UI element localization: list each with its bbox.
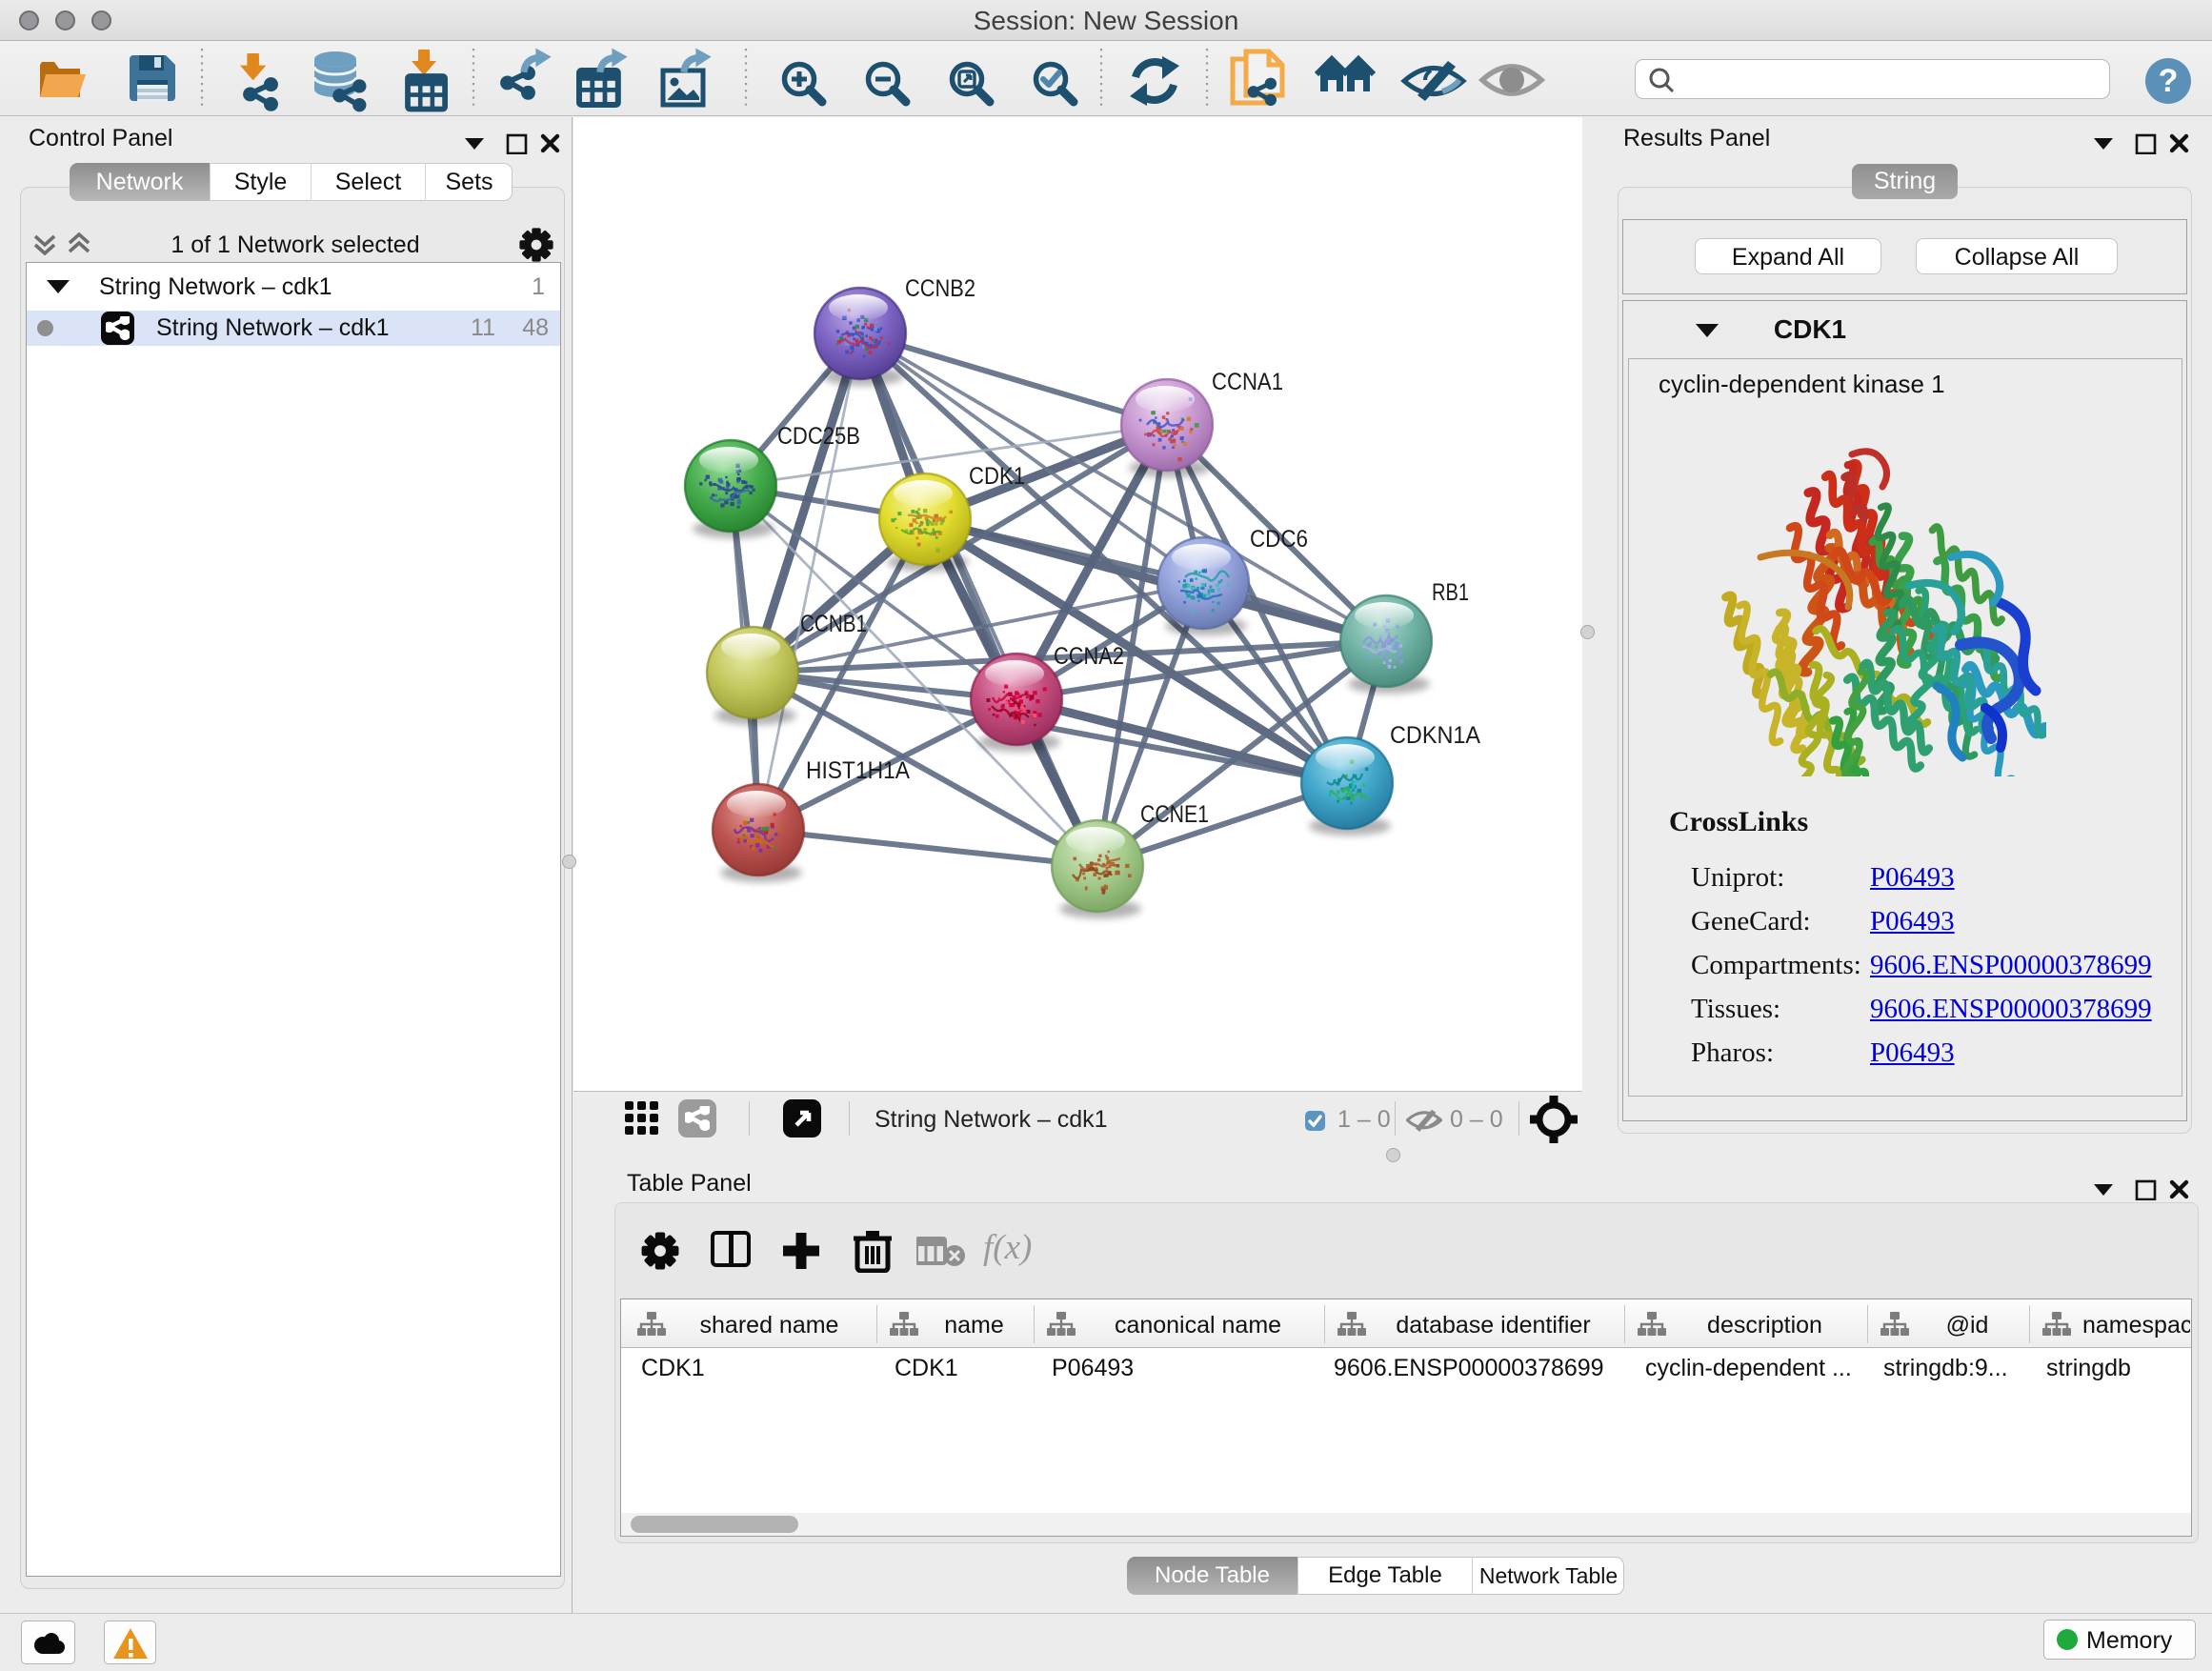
svg-text:CDC6: CDC6 [1250,526,1308,553]
svg-text:CDC25B: CDC25B [777,423,860,450]
svg-text:CDKN1A: CDKN1A [1390,722,1480,749]
svg-text:HIST1H1A: HIST1H1A [806,757,910,784]
svg-text:CCNA2: CCNA2 [1054,643,1124,670]
svg-text:RB1: RB1 [1432,579,1469,606]
svg-text:CCNB1: CCNB1 [800,611,867,637]
svg-text:CCNB2: CCNB2 [905,275,975,302]
svg-text:CDK1: CDK1 [969,463,1025,490]
svg-text:CCNA1: CCNA1 [1212,369,1283,395]
svg-text:CCNE1: CCNE1 [1140,801,1209,828]
